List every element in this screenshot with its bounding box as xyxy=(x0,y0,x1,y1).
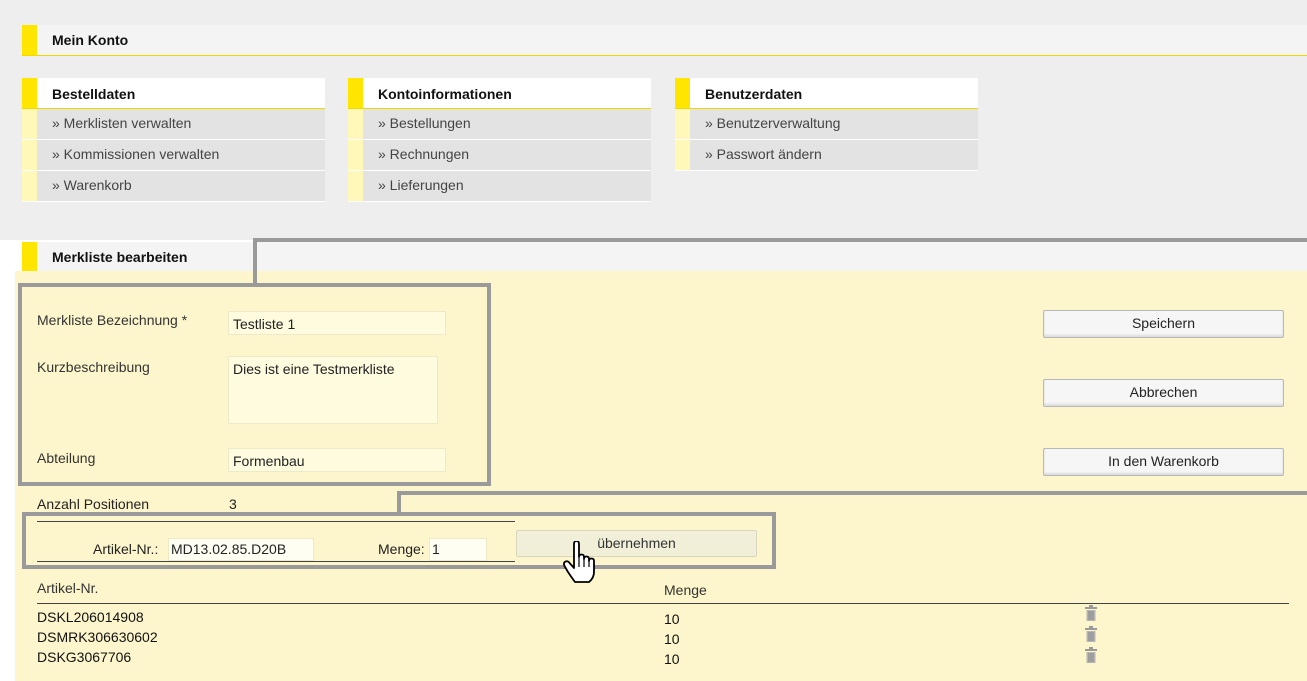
box-accent xyxy=(675,78,690,108)
menu-item-label: » Warenkorb xyxy=(52,177,132,193)
menu-item-label: » Bestellungen xyxy=(378,115,471,131)
position-count-value: 3 xyxy=(229,496,237,512)
table-row-quantity: 10 xyxy=(664,651,680,667)
menu-item-label: » Rechnungen xyxy=(378,146,470,162)
box-kontoinformationen: Kontoinformationen » Bestellungen » Rech… xyxy=(348,78,651,202)
table-row-article: DSMRK306630602 xyxy=(37,629,158,645)
column-header-article: Artikel-Nr. xyxy=(37,580,99,596)
quickadd-divider-top xyxy=(37,521,515,522)
menu-item-lieferungen[interactable]: » Lieferungen xyxy=(348,171,651,202)
menu-item-bestellungen[interactable]: » Bestellungen xyxy=(348,109,651,140)
article-number-input[interactable]: MD13.02.85.D20B xyxy=(168,538,314,561)
menu-item-benutzerverwaltung[interactable]: » Benutzerverwaltung xyxy=(675,109,978,140)
column-header-quantity: Menge xyxy=(664,582,707,598)
callout-line xyxy=(397,491,1307,495)
name-label: Merkliste Bezeichnung * xyxy=(37,312,188,328)
menu-item-label: » Passwort ändern xyxy=(705,146,822,162)
box-header: Benutzerdaten xyxy=(675,78,978,109)
item-accent xyxy=(675,140,690,170)
table-row-quantity: 10 xyxy=(664,631,680,647)
box-title: Bestelldaten xyxy=(52,86,136,102)
item-accent xyxy=(348,109,363,139)
menu-item-label: » Kommissionen verwalten xyxy=(52,146,220,162)
save-button[interactable]: Speichern xyxy=(1043,310,1284,338)
trash-icon[interactable] xyxy=(1085,605,1097,621)
menu-item-passwort[interactable]: » Passwort ändern xyxy=(675,140,978,171)
item-accent xyxy=(348,140,363,170)
article-number-label: Artikel-Nr.: xyxy=(93,541,159,557)
menu-item-label: » Merklisten verwalten xyxy=(52,115,192,131)
page-title: Mein Konto xyxy=(52,32,129,48)
table-row-quantity: 10 xyxy=(664,611,680,627)
item-accent xyxy=(22,109,37,139)
box-header: Kontoinformationen xyxy=(348,78,651,109)
item-accent xyxy=(348,171,363,201)
department-input[interactable]: Formenbau xyxy=(228,448,446,472)
add-to-cart-button[interactable]: In den Warenkorb xyxy=(1043,448,1284,476)
quantity-input[interactable]: 1 xyxy=(429,538,487,561)
quantity-label: Menge: xyxy=(378,541,425,557)
menu-item-kommissionen[interactable]: » Kommissionen verwalten xyxy=(22,140,325,171)
trash-icon[interactable] xyxy=(1085,626,1097,642)
hand-cursor-icon xyxy=(563,541,595,583)
apply-button[interactable]: übernehmen xyxy=(516,530,757,557)
menu-item-label: » Lieferungen xyxy=(378,177,464,193)
box-title: Kontoinformationen xyxy=(378,86,512,102)
description-textarea[interactable]: Dies ist eine Testmerkliste xyxy=(228,356,438,424)
department-label: Abteilung xyxy=(37,450,96,466)
box-title: Benutzerdaten xyxy=(705,86,803,102)
section-title: Merkliste bearbeiten xyxy=(52,249,188,265)
box-accent xyxy=(348,78,363,108)
item-accent xyxy=(22,140,37,170)
callout-line xyxy=(253,238,1307,242)
position-count-label: Anzahl Positionen xyxy=(37,496,150,512)
table-row-article: DSKL206014908 xyxy=(37,609,144,625)
table-row-article: DSKG3067706 xyxy=(37,649,132,665)
header-accent xyxy=(22,242,37,272)
description-label: Kurzbeschreibung xyxy=(37,359,150,375)
name-input[interactable]: Testliste 1 xyxy=(228,311,446,335)
menu-item-rechnungen[interactable]: » Rechnungen xyxy=(348,140,651,171)
box-accent xyxy=(22,78,37,108)
header-accent xyxy=(22,25,37,55)
menu-item-merklisten[interactable]: » Merklisten verwalten xyxy=(22,109,325,140)
callout-line xyxy=(253,238,257,286)
box-header: Bestelldaten xyxy=(22,78,325,109)
menu-item-warenkorb[interactable]: » Warenkorb xyxy=(22,171,325,202)
quickadd-divider-bottom xyxy=(37,561,515,562)
box-bestelldaten: Bestelldaten » Merklisten verwalten » Ko… xyxy=(22,78,325,202)
box-benutzerdaten: Benutzerdaten » Benutzerverwaltung » Pas… xyxy=(675,78,978,171)
item-accent xyxy=(675,109,690,139)
trash-icon[interactable] xyxy=(1085,647,1097,663)
edit-section-header: Merkliste bearbeiten xyxy=(22,242,1307,273)
menu-item-label: » Benutzerverwaltung xyxy=(705,115,841,131)
page-header: Mein Konto xyxy=(22,25,1307,56)
cancel-button[interactable]: Abbrechen xyxy=(1043,379,1284,407)
item-accent xyxy=(22,171,37,201)
table-header-divider xyxy=(37,603,1289,604)
